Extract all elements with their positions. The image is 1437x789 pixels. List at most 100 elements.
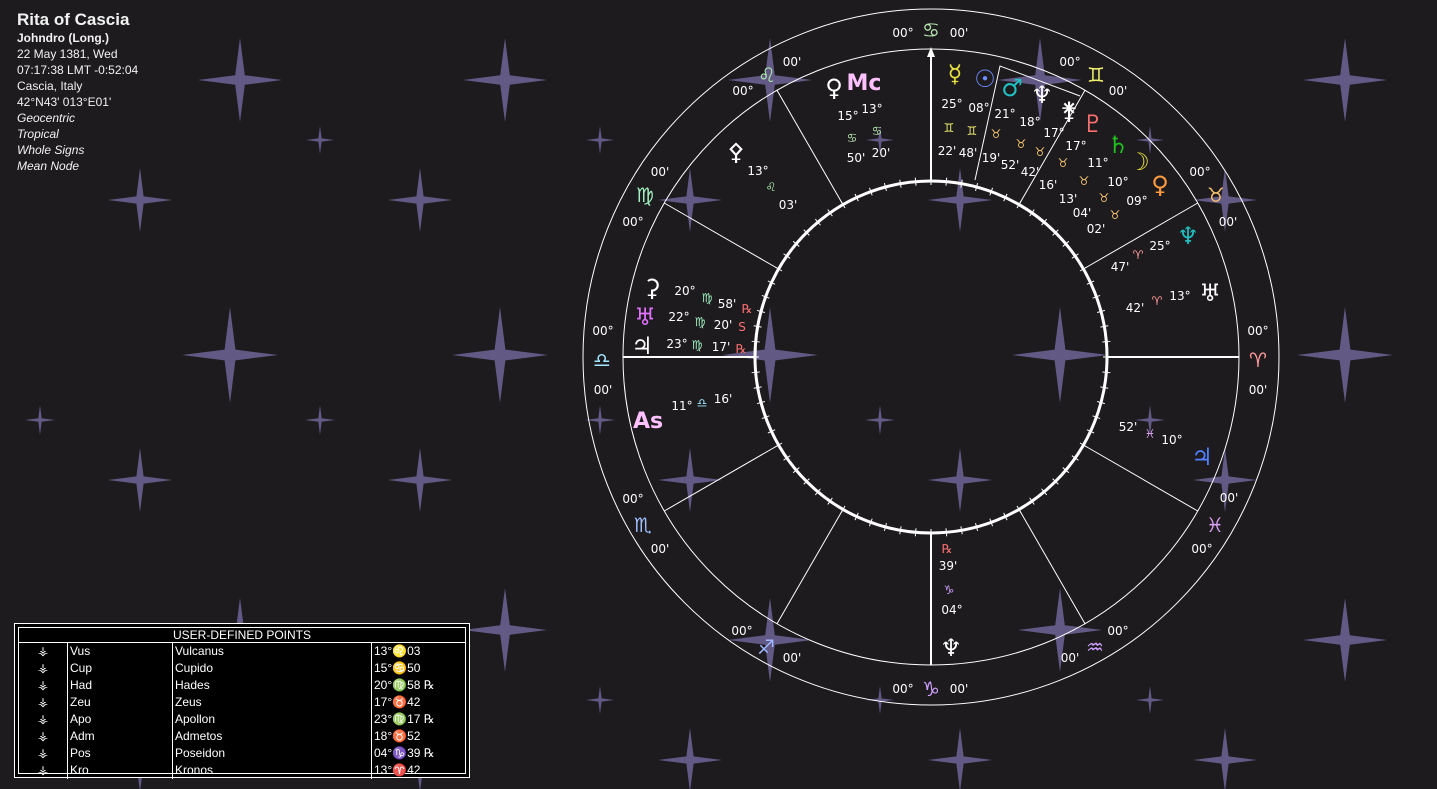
uranus-sign: ♍	[695, 315, 706, 329]
cupido-min: 50'	[847, 151, 866, 165]
hades-glyph-icon: ⚳	[643, 274, 661, 302]
cusp-minute: 00'	[1109, 84, 1128, 98]
zeus-sign: ♉	[1035, 145, 1046, 159]
degree-tick	[945, 528, 948, 537]
neptune-min: 47'	[1111, 260, 1130, 274]
cusp-degree: 00°	[1107, 624, 1128, 638]
kronos-min: 42'	[1126, 301, 1145, 315]
mars-icon: ♂	[1001, 74, 1023, 102]
moon-deg: 10°	[1107, 175, 1128, 189]
house-cusp-line	[776, 509, 844, 624]
mercury-min: 22'	[938, 144, 957, 158]
zodiac-sign-icon: ♋	[922, 18, 940, 42]
vulcanus-min: 03'	[779, 198, 798, 212]
mars-deg: 21°	[994, 107, 1015, 121]
zeus-deg: 17°	[1043, 126, 1064, 140]
cusp-degree: 00°	[1189, 165, 1210, 179]
vulcanus-sign: ♌	[766, 180, 777, 194]
mercury-deg: 25°	[941, 97, 962, 111]
poseidon-rx: ℞	[942, 542, 953, 556]
venus-sign: ♉	[1110, 208, 1121, 222]
zodiac-sign-icon: ♉	[1207, 183, 1225, 207]
cusp-degree: 00°	[732, 84, 753, 98]
sun-icon: ☉	[974, 65, 996, 93]
neptune-deg: 25°	[1149, 239, 1170, 253]
venus-icon: ♀	[1151, 171, 1169, 199]
degree-tick	[960, 179, 963, 188]
cusp-degree: 00°	[731, 624, 752, 638]
zodiac-sign-icon: ♈	[1249, 348, 1267, 372]
cusp-degree: 00°	[892, 26, 913, 40]
cusp-degree: 00°	[892, 682, 913, 696]
chart-wheel: ♋00° 00'♊00°00'♉00°00'♈00°00'♓00°00'♒00°0…	[582, 8, 1280, 706]
cusp-degree: 00°	[622, 492, 643, 506]
cusp-degree: 00°	[1059, 55, 1080, 69]
admetos-min: 52'	[1001, 158, 1020, 172]
house-cusp-line	[664, 202, 779, 270]
sun-deg: 08°	[968, 101, 989, 115]
degree-tick	[899, 179, 902, 188]
jupiter-min: 52'	[1119, 420, 1138, 434]
cupido-deg: 15°	[837, 109, 858, 123]
admetos-deg: 18°	[1019, 115, 1040, 129]
moon-min: 04'	[1073, 206, 1092, 220]
zodiac-sign-icon: ♏	[634, 513, 652, 537]
cusp-minute: 00'	[1061, 651, 1080, 665]
saturn-icon: ♄	[1107, 131, 1129, 159]
apollon-deg: 23°	[666, 337, 687, 351]
admetos-glyph-icon: ♆	[1031, 81, 1053, 109]
zodiac-sign-icon: ♓	[1206, 513, 1224, 537]
mc-arrow	[927, 47, 935, 57]
uranus-icon: ♅	[634, 303, 656, 331]
cusp-minute: 00'	[950, 682, 969, 696]
degree-tick	[751, 371, 760, 374]
neptune-sign: ♈	[1133, 248, 1144, 262]
house-cusp-line	[1018, 509, 1086, 624]
hades-deg: 20°	[674, 284, 695, 298]
venus-deg: 09°	[1126, 194, 1147, 208]
cupido-sign: ♋	[847, 131, 858, 145]
cusp-minute: 00'	[783, 55, 802, 69]
admetos-sign: ♉	[1016, 137, 1027, 151]
degree-tick	[1100, 386, 1109, 389]
mars-min: 19'	[982, 151, 1001, 165]
cusp-minute: 00'	[594, 383, 613, 397]
cusp-degree: 00°	[622, 215, 643, 229]
zodiac-sign-icon: ♌	[758, 63, 776, 87]
pluto-icon: ♇	[1082, 110, 1104, 138]
midheaven-sign: ♋	[872, 124, 883, 138]
moon-sign: ♉	[1099, 191, 1110, 205]
house-cusp-line	[664, 444, 779, 512]
degree-tick	[914, 177, 917, 186]
ascendant-deg: 11°	[671, 399, 692, 413]
poseidon-glyph-icon: ♆	[940, 634, 962, 662]
cusp-degree: 00°	[1247, 324, 1268, 338]
ascendant-min: 16'	[714, 392, 733, 406]
vulcanus-glyph-icon: ⚴	[727, 138, 745, 166]
saturn-deg: 11°	[1087, 156, 1108, 170]
zodiac-sign-icon: ♍	[636, 183, 654, 207]
cusp-minute: 00'	[1249, 383, 1268, 397]
hades-rx: ℞	[742, 302, 753, 316]
zodiac-sign-icon: ♑	[922, 677, 940, 701]
degree-tick	[960, 526, 963, 535]
kronos-sign: ♈	[1152, 294, 1163, 308]
apollon-min: 17'	[712, 340, 731, 354]
cusp-minute: 00'	[950, 26, 969, 40]
saturn-sign: ♉	[1079, 174, 1090, 188]
midheaven-label: Mc	[847, 71, 882, 96]
midheaven-deg: 13°	[861, 102, 882, 116]
house-cusp-line	[1083, 444, 1198, 512]
uranus-station: S	[738, 320, 746, 334]
degree-tick	[914, 528, 917, 537]
pluto-min: 16'	[1039, 178, 1058, 192]
neptune-icon: ♆	[1177, 222, 1199, 250]
kronos-deg: 13°	[1169, 289, 1190, 303]
sun-min: 48'	[959, 146, 978, 160]
poseidon-min: 39'	[939, 559, 958, 573]
ascendant-label: As	[633, 409, 663, 434]
mars-sign: ♉	[991, 127, 1002, 141]
house-cusp-line	[776, 90, 844, 205]
degree-tick	[945, 177, 948, 186]
cusp-degree: 00°	[1191, 542, 1212, 556]
